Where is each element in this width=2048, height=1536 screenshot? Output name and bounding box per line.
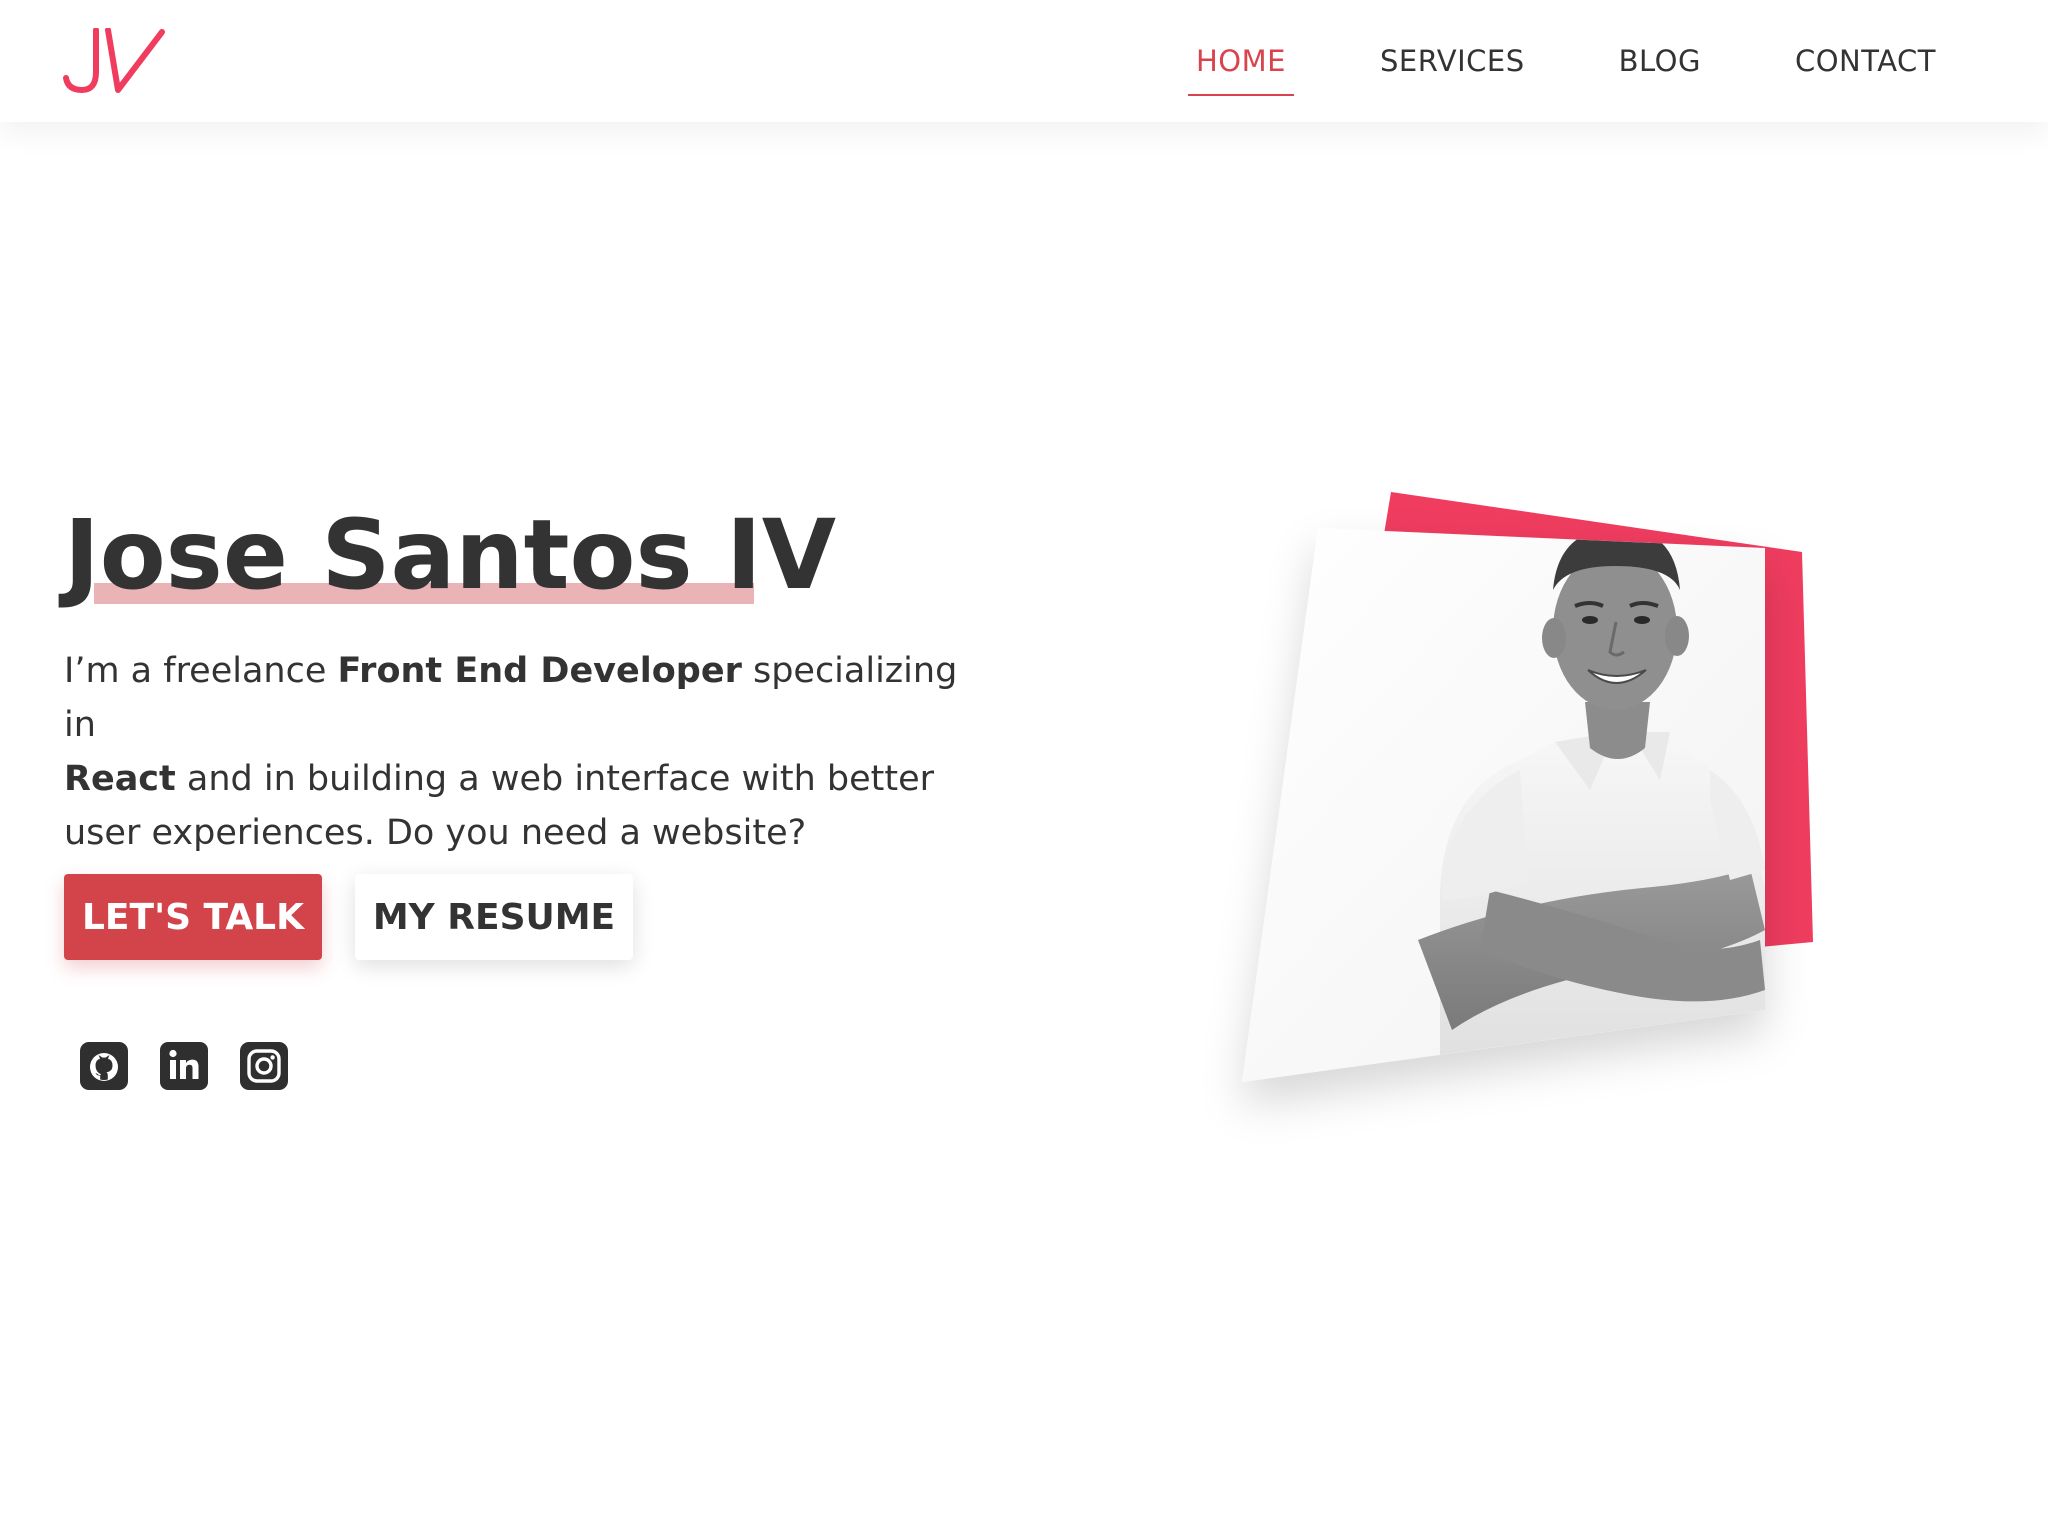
linkedin-icon (160, 1042, 208, 1090)
my-resume-button[interactable]: MY RESUME (355, 874, 633, 960)
logo[interactable] (62, 27, 166, 94)
hero-name: Jose Santos IV (64, 499, 837, 611)
main-nav: HOME SERVICES BLOG CONTACT (1110, 0, 1944, 122)
jv-logo-icon (63, 27, 165, 93)
site-header: HOME SERVICES BLOG CONTACT (0, 0, 2048, 122)
lets-talk-button[interactable]: LET'S TALK (64, 874, 322, 960)
portrait-container (1190, 470, 1840, 1170)
hero-description: I’m a freelance Front End Developer spec… (64, 644, 964, 860)
github-link[interactable] (80, 1042, 128, 1090)
instagram-link[interactable] (240, 1042, 288, 1090)
nav-services[interactable]: SERVICES (1372, 44, 1533, 78)
desc-tech: React (64, 759, 176, 799)
github-icon (80, 1042, 128, 1090)
desc-text: and in building a web interface with bet… (64, 759, 935, 853)
portrait-photo (1242, 492, 1813, 1082)
desc-text: I’m a freelance (64, 651, 338, 691)
nav-home[interactable]: HOME (1187, 44, 1294, 96)
instagram-icon (240, 1042, 288, 1090)
nav-contact[interactable]: CONTACT (1787, 44, 1944, 78)
desc-role: Front End Developer (337, 651, 742, 691)
linkedin-link[interactable] (160, 1042, 208, 1090)
nav-blog[interactable]: BLOG (1611, 44, 1709, 78)
